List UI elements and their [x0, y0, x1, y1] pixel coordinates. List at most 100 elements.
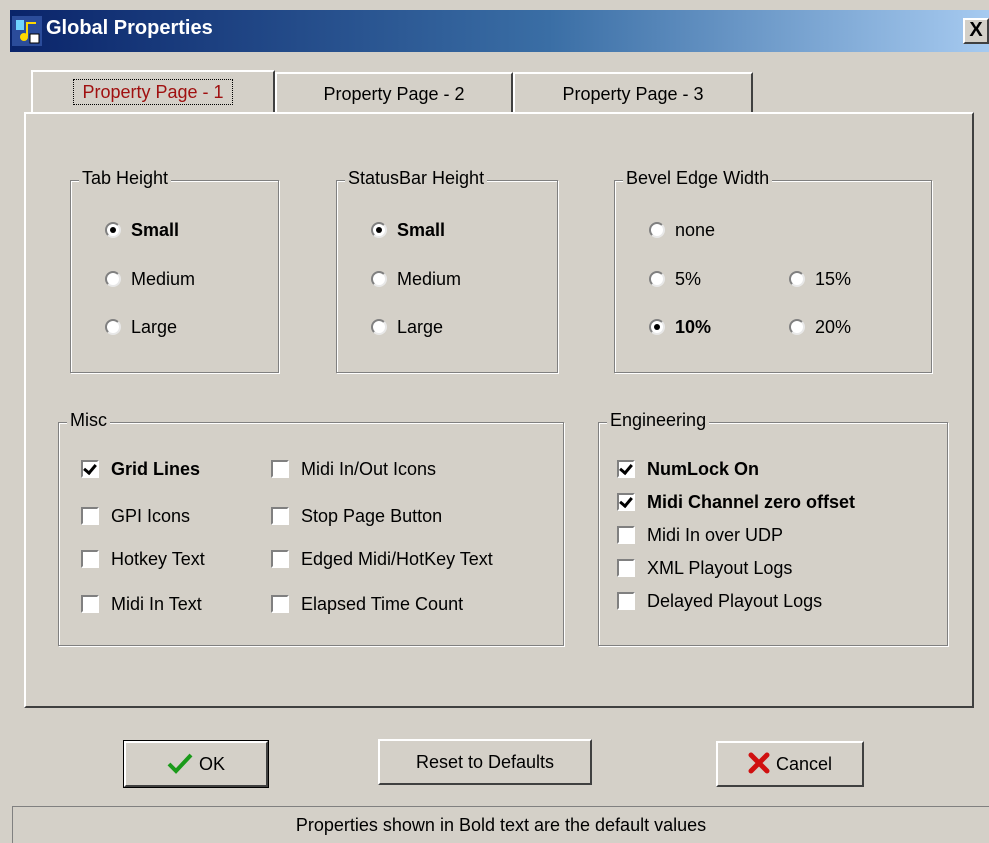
red-x-icon [748, 752, 770, 774]
radio-icon [105, 221, 121, 238]
option-label: 15% [815, 269, 852, 289]
option-label: Small [131, 220, 180, 240]
statusbar-height-medium-radio[interactable]: Medium [371, 267, 461, 291]
tab-height-small-radio[interactable]: Small [105, 218, 179, 242]
option-label: Stop Page Button [301, 506, 443, 526]
radio-icon [649, 270, 665, 287]
edged-midi-hotkey-text-checkbox[interactable]: Edged Midi/HotKey Text [271, 547, 493, 571]
tab-label: Property Page - 1 [73, 79, 233, 105]
option-label: none [675, 220, 716, 240]
group-title: Tab Height [79, 168, 172, 189]
bevel-20-radio[interactable]: 20% [789, 315, 851, 339]
checkbox-icon [617, 558, 635, 577]
radio-icon [371, 270, 387, 287]
midi-in-out-icons-checkbox[interactable]: Midi In/Out Icons [271, 457, 436, 481]
checkbox-icon [81, 594, 99, 613]
checkbox-icon [271, 506, 289, 525]
option-label: 10% [675, 317, 712, 337]
option-label: Hotkey Text [111, 549, 205, 569]
tab-label: Property Page - 3 [562, 84, 704, 104]
checkbox-icon [271, 459, 289, 478]
radio-icon [789, 318, 805, 335]
ok-label: OK [198, 754, 225, 774]
tab-property-page-3[interactable]: Property Page - 3 [513, 72, 753, 112]
option-label: 5% [675, 269, 702, 289]
midi-channel-zero-offset-checkbox[interactable]: Midi Channel zero offset [617, 490, 855, 514]
bevel-15-radio[interactable]: 15% [789, 267, 851, 291]
tab-property-page-2[interactable]: Property Page - 2 [275, 72, 513, 112]
close-button[interactable]: X [963, 18, 989, 44]
cancel-label: Cancel [775, 754, 833, 774]
group-title: Bevel Edge Width [623, 168, 773, 189]
elapsed-time-count-checkbox[interactable]: Elapsed Time Count [271, 592, 463, 616]
midi-in-text-checkbox[interactable]: Midi In Text [81, 592, 202, 616]
option-label: Midi Channel zero offset [647, 492, 856, 512]
option-label: Medium [131, 269, 196, 289]
grid-lines-checkbox[interactable]: Grid Lines [81, 457, 200, 481]
close-icon: X [969, 19, 983, 41]
option-label: Delayed Playout Logs [647, 591, 823, 611]
radio-icon [105, 318, 121, 335]
status-bar: Properties shown in Bold text are the de… [12, 806, 989, 843]
statusbar-height-small-radio[interactable]: Small [371, 218, 445, 242]
option-label: Small [397, 220, 446, 240]
bevel-edge-width-group: Bevel Edge Width none 5% 15% 10% 20% [614, 168, 932, 373]
option-label: NumLock On [647, 459, 760, 479]
misc-group: Misc Grid Lines GPI Icons Hotkey Text Mi… [58, 410, 564, 646]
xml-playout-logs-checkbox[interactable]: XML Playout Logs [617, 556, 792, 580]
checkbox-icon [81, 506, 99, 525]
checkbox-icon [81, 459, 99, 478]
radio-icon [649, 221, 665, 238]
midi-in-over-udp-checkbox[interactable]: Midi In over UDP [617, 523, 783, 547]
reset-to-defaults-button[interactable]: Reset to Defaults [378, 739, 592, 785]
group-title: Misc [67, 410, 110, 431]
checkbox-icon [617, 459, 635, 478]
checkmark-icon [167, 753, 193, 775]
option-label: Edged Midi/HotKey Text [301, 549, 493, 569]
cancel-button[interactable]: Cancel [716, 741, 864, 787]
bevel-10-radio[interactable]: 10% [649, 315, 711, 339]
delayed-playout-logs-checkbox[interactable]: Delayed Playout Logs [617, 589, 822, 613]
hotkey-text-checkbox[interactable]: Hotkey Text [81, 547, 205, 571]
option-label: Medium [397, 269, 462, 289]
option-label: 20% [815, 317, 852, 337]
radio-icon [789, 270, 805, 287]
checkbox-icon [81, 549, 99, 568]
app-icon [12, 16, 42, 46]
option-label: Large [131, 317, 178, 337]
numlock-on-checkbox[interactable]: NumLock On [617, 457, 759, 481]
reset-label: Reset to Defaults [415, 752, 555, 772]
tab-height-medium-radio[interactable]: Medium [105, 267, 195, 291]
tab-property-page-1[interactable]: Property Page - 1 [31, 70, 275, 112]
title-bar: Global Properties X [10, 10, 989, 52]
bevel-5-radio[interactable]: 5% [649, 267, 701, 291]
option-label: XML Playout Logs [647, 558, 793, 578]
engineering-group: Engineering NumLock On Midi Channel zero… [598, 410, 948, 646]
checkbox-icon [271, 549, 289, 568]
gpi-icons-checkbox[interactable]: GPI Icons [81, 504, 190, 528]
option-label: Large [397, 317, 444, 337]
option-label: Elapsed Time Count [301, 594, 464, 614]
group-title: Engineering [607, 410, 710, 431]
option-label: Grid Lines [111, 459, 201, 479]
tab-height-group: Tab Height Small Medium Large [70, 168, 279, 373]
statusbar-height-large-radio[interactable]: Large [371, 315, 443, 339]
option-label: Midi In Text [111, 594, 202, 614]
bevel-none-radio[interactable]: none [649, 218, 715, 242]
option-label: Midi In over UDP [647, 525, 784, 545]
radio-icon [649, 318, 665, 335]
group-title: StatusBar Height [345, 168, 488, 189]
radio-icon [105, 270, 121, 287]
statusbar-height-group: StatusBar Height Small Medium Large [336, 168, 558, 373]
status-text: Properties shown in Bold text are the de… [295, 815, 707, 835]
radio-icon [371, 221, 387, 238]
option-label: Midi In/Out Icons [301, 459, 437, 479]
checkbox-icon [617, 492, 635, 511]
ok-button[interactable]: OK [123, 740, 269, 788]
checkbox-icon [617, 525, 635, 544]
checkbox-icon [271, 594, 289, 613]
tab-height-large-radio[interactable]: Large [105, 315, 177, 339]
option-label: GPI Icons [111, 506, 191, 526]
stop-page-button-checkbox[interactable]: Stop Page Button [271, 504, 442, 528]
tab-label: Property Page - 2 [323, 84, 465, 104]
